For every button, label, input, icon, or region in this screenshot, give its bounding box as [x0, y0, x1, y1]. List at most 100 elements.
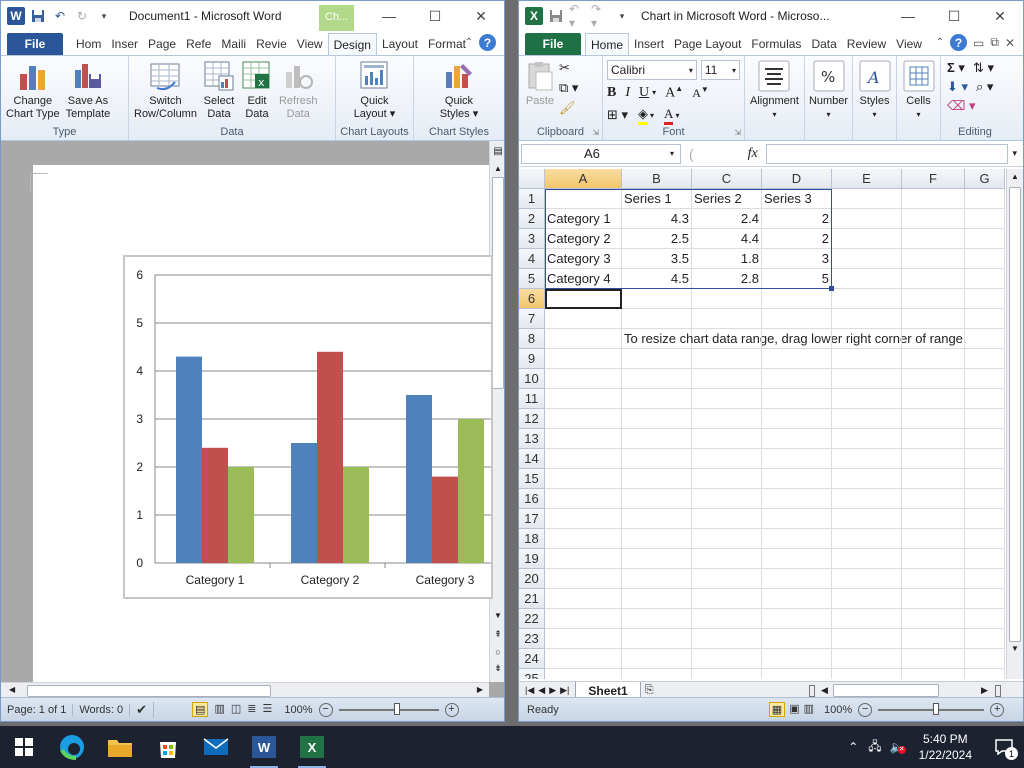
save-icon[interactable]	[29, 7, 47, 25]
cell-e5[interactable]	[832, 269, 902, 289]
cell-d8[interactable]	[762, 329, 832, 349]
row-header[interactable]: 10	[519, 369, 545, 389]
cell-e23[interactable]	[832, 629, 902, 649]
cell-d3[interactable]: 2	[762, 229, 832, 249]
cell-d5[interactable]: 5	[762, 269, 832, 289]
excel-scroll-down-icon[interactable]: ▼	[1007, 644, 1023, 660]
help-icon[interactable]: ?	[479, 34, 496, 51]
zoom-slider[interactable]	[338, 702, 439, 715]
cell-f9[interactable]	[902, 349, 965, 369]
cell-f12[interactable]	[902, 409, 965, 429]
cell-a7[interactable]	[545, 309, 622, 329]
cell-d14[interactable]	[762, 449, 832, 469]
cell-d9[interactable]	[762, 349, 832, 369]
cell-b14[interactable]	[622, 449, 692, 469]
cell-c3[interactable]: 4.4	[692, 229, 762, 249]
excel-scroll-left-icon[interactable]: ◀	[821, 685, 828, 696]
workbook-minimize-icon[interactable]: ▭	[973, 36, 984, 50]
cell-a25[interactable]	[545, 669, 622, 679]
prev-sheet-icon[interactable]: ◀	[538, 685, 545, 696]
cell-d19[interactable]	[762, 549, 832, 569]
excel-scroll-thumb[interactable]	[1009, 187, 1021, 642]
cell-d18[interactable]	[762, 529, 832, 549]
tab-review[interactable]: Revie	[251, 33, 292, 55]
cell-e21[interactable]	[832, 589, 902, 609]
row-header[interactable]: 18	[519, 529, 545, 549]
cell-f24[interactable]	[902, 649, 965, 669]
tab-home[interactable]: Hom	[71, 33, 106, 55]
row-header[interactable]: 1	[519, 189, 545, 209]
cell-a24[interactable]	[545, 649, 622, 669]
cell-c15[interactable]	[692, 469, 762, 489]
cell-e14[interactable]	[832, 449, 902, 469]
network-icon[interactable]: 🖧	[868, 737, 881, 758]
cell-f1[interactable]	[902, 189, 965, 209]
formula-input[interactable]	[765, 143, 1009, 164]
cell-a8[interactable]	[545, 329, 622, 349]
worksheet[interactable]: A B C D E F G 1 Series 1 Series 2 Series 3 2 Categor…	[519, 169, 1006, 679]
cell-b19[interactable]	[622, 549, 692, 569]
excel-tab-view[interactable]: View	[891, 33, 927, 55]
excel-tab-review[interactable]: Review	[842, 33, 891, 55]
cell-b12[interactable]	[622, 409, 692, 429]
cell-d17[interactable]	[762, 509, 832, 529]
column-header[interactable]: G	[965, 169, 1005, 189]
maximize-button[interactable]: ☐	[412, 1, 458, 31]
row-header[interactable]: 3	[519, 229, 545, 249]
cell-c12[interactable]	[692, 409, 762, 429]
select-all-corner[interactable]	[519, 169, 545, 189]
cell-c25[interactable]	[692, 669, 762, 679]
excel-h-scroll-thumb[interactable]	[833, 684, 939, 697]
browse-object-icon[interactable]: ○	[490, 647, 504, 657]
cell-c22[interactable]	[692, 609, 762, 629]
zoom-level[interactable]: 100%	[284, 704, 312, 716]
tab-layout[interactable]: Layout	[377, 33, 423, 55]
redo-icon[interactable]: ↻	[73, 7, 91, 25]
excel-save-icon[interactable]	[547, 7, 565, 25]
cell-d22[interactable]	[762, 609, 832, 629]
cell-a5[interactable]: Category 4	[545, 269, 622, 289]
find-select-icon[interactable]: ⌕ ▾	[976, 79, 993, 95]
row-header[interactable]: 19	[519, 549, 545, 569]
vertical-split-handle[interactable]	[995, 684, 1001, 697]
page-count[interactable]: Page: 1 of 1	[1, 703, 74, 716]
cell-b22[interactable]	[622, 609, 692, 629]
cell-g8[interactable]	[965, 329, 1005, 349]
cell-c7[interactable]	[692, 309, 762, 329]
underline-icon[interactable]: U	[639, 85, 649, 101]
row-header[interactable]: 2	[519, 209, 545, 229]
row-header[interactable]: 17	[519, 509, 545, 529]
cell-a12[interactable]	[545, 409, 622, 429]
cell-b3[interactable]: 2.5	[622, 229, 692, 249]
excel-tab-formulas[interactable]: Formulas	[746, 33, 806, 55]
excel-ribbon-collapse-icon[interactable]: ⌃	[936, 37, 944, 48]
cell-c13[interactable]	[692, 429, 762, 449]
cell-a10[interactable]	[545, 369, 622, 389]
cell-f17[interactable]	[902, 509, 965, 529]
font-name-box[interactable]: Calibri ▾	[607, 60, 697, 80]
column-header[interactable]: A	[545, 169, 622, 189]
excel-zoom-level[interactable]: 100%	[824, 704, 852, 716]
fill-color-icon[interactable]: ◈	[638, 106, 649, 125]
row-header[interactable]: 14	[519, 449, 545, 469]
tab-insert[interactable]: Inser	[106, 33, 143, 55]
next-page-icon[interactable]: ⇟	[490, 663, 504, 674]
cell-a21[interactable]	[545, 589, 622, 609]
fill-icon[interactable]: ⬇ ▾	[947, 79, 968, 95]
tab-page-layout[interactable]: Page	[143, 33, 181, 55]
store-icon[interactable]	[144, 726, 192, 768]
previous-page-icon[interactable]: ⇞	[490, 629, 504, 640]
number-button[interactable]: % Number ▾	[806, 58, 851, 140]
excel-zoom-slider[interactable]	[878, 702, 985, 715]
word-app-icon[interactable]: W	[7, 7, 25, 25]
edge-icon[interactable]	[48, 726, 96, 768]
cell-e10[interactable]	[832, 369, 902, 389]
row-header[interactable]: 13	[519, 429, 545, 449]
cell-e7[interactable]	[832, 309, 902, 329]
cell-a16[interactable]	[545, 489, 622, 509]
cell-b4[interactable]: 3.5	[622, 249, 692, 269]
cell-a20[interactable]	[545, 569, 622, 589]
cell-b25[interactable]	[622, 669, 692, 679]
cell-e6[interactable]	[832, 289, 902, 309]
row-header[interactable]: 4	[519, 249, 545, 269]
